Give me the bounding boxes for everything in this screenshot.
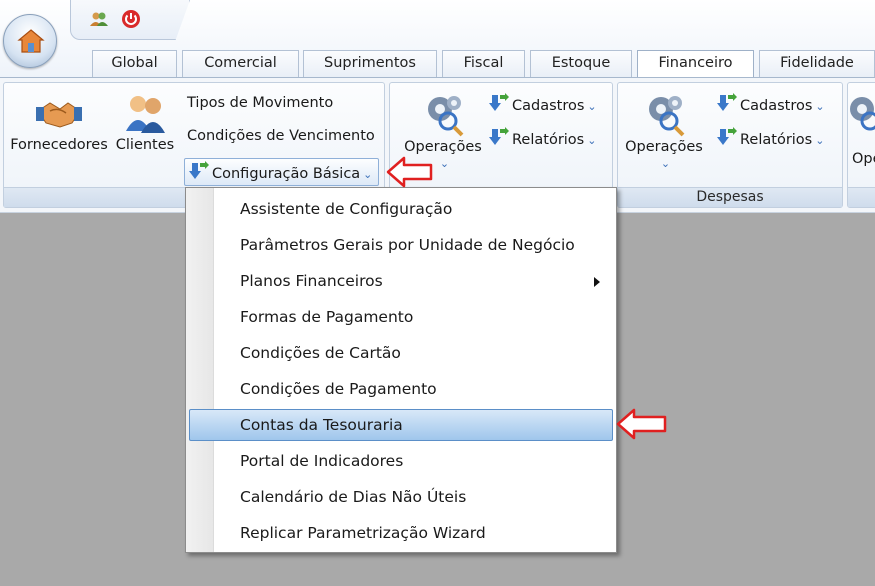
clientes-label: Clientes — [115, 137, 175, 153]
chevron-down-icon: ⌄ — [587, 100, 597, 113]
relatorios-despesas-label: Relatórios — [740, 132, 813, 148]
import-arrow-icon — [189, 161, 209, 179]
fornecedores-label: Fornecedores — [10, 137, 108, 153]
gears-search-icon — [850, 97, 875, 131]
condicoes-vencimento-button[interactable]: Condições de Vencimento — [187, 128, 375, 144]
group-partial: Ope — [847, 82, 875, 208]
group-label-partial — [848, 187, 875, 207]
users-icon[interactable] — [89, 9, 109, 29]
cadastros-label: Cadastros — [512, 98, 585, 114]
menu-item-assistente[interactable]: Assistente de Configuração — [189, 193, 613, 225]
people-icon — [126, 96, 165, 133]
configuracao-basica-button[interactable]: Configuração Básica ⌄ — [184, 158, 380, 186]
menu-item-planos-financeiros[interactable]: Planos Financeiros — [189, 265, 613, 297]
chevron-down-icon: ⌄ — [815, 134, 825, 147]
menu-item-replicar-parametrizacao[interactable]: Replicar Parametrização Wizard — [189, 517, 613, 549]
import-arrow-icon — [717, 93, 737, 111]
group-despesas: Operações ⌄ Cadastros ⌄ Relatórios ⌄ Despes… — [617, 82, 843, 208]
menu-item-portal-indicadores[interactable]: Portal de Indicadores — [189, 445, 613, 477]
gears-search-icon — [428, 96, 464, 137]
cadastros-despesas-label: Cadastros — [740, 98, 813, 114]
chevron-down-icon: ⌄ — [660, 157, 671, 170]
annotation-arrow-icon — [616, 408, 667, 440]
planos-financeiros-label: Planos Financeiros — [240, 272, 383, 290]
chevron-down-icon: ⌄ — [363, 168, 373, 181]
annotation-arrow-icon — [386, 156, 433, 188]
menu-item-condicoes-cartao[interactable]: Condições de Cartão — [189, 337, 613, 369]
handshake-icon — [36, 102, 82, 128]
chevron-down-icon: ⌄ — [815, 100, 825, 113]
group-label-despesas: Despesas — [618, 187, 842, 207]
title-area: Global Comercial Suprimentos Fiscal Esto… — [0, 0, 875, 79]
menu-item-calendario[interactable]: Calendário de Dias Não Úteis — [189, 481, 613, 513]
quick-access-toolbar — [70, 0, 190, 40]
import-arrow-icon — [489, 93, 509, 111]
tab-estoque[interactable]: Estoque — [530, 50, 632, 77]
relatorios-button[interactable]: Relatórios ⌄ — [488, 127, 596, 148]
tab-suprimentos[interactable]: Suprimentos — [303, 50, 437, 77]
import-arrow-icon — [717, 127, 737, 145]
menu-item-contas-tesouraria[interactable]: Contas da Tesouraria — [189, 409, 613, 441]
operacoes-partial-button[interactable]: Ope — [852, 151, 875, 167]
clientes-button[interactable]: Clientes — [114, 93, 176, 153]
configuracao-basica-menu: Assistente de Configuração Parâmetros Ge… — [185, 187, 617, 553]
submenu-arrow-icon — [594, 277, 600, 287]
menu-item-condicoes-pagamento[interactable]: Condições de Pagamento — [189, 373, 613, 405]
tab-comercial[interactable]: Comercial — [182, 50, 299, 77]
tab-global[interactable]: Global — [92, 50, 177, 77]
operacoes-despesas-label: Operações — [625, 139, 703, 155]
operacoes-despesas-button[interactable]: Operações ⌄ — [620, 91, 708, 171]
operacoes-label: Operações — [404, 139, 482, 155]
tab-financeiro[interactable]: Financeiro — [637, 50, 754, 79]
tab-fiscal[interactable]: Fiscal — [442, 50, 525, 77]
relatorios-despesas-button[interactable]: Relatórios ⌄ — [716, 127, 824, 148]
chevron-down-icon: ⌄ — [439, 157, 450, 170]
cadastros-despesas-button[interactable]: Cadastros ⌄ — [716, 93, 825, 114]
menu-item-formas-pagamento[interactable]: Formas de Pagamento — [189, 301, 613, 333]
menu-item-parametros-gerais[interactable]: Parâmetros Gerais por Unidade de Negócio — [189, 229, 613, 261]
configuracao-basica-label: Configuração Básica — [212, 166, 361, 182]
power-icon[interactable] — [121, 9, 141, 29]
gears-search-icon — [649, 96, 685, 137]
cadastros-button[interactable]: Cadastros ⌄ — [488, 93, 597, 114]
import-arrow-icon — [489, 127, 509, 145]
relatorios-label: Relatórios — [512, 132, 585, 148]
tab-fidelidade[interactable]: Fidelidade — [759, 50, 875, 77]
home-icon — [17, 29, 45, 53]
fornecedores-button[interactable]: Fornecedores — [6, 93, 112, 153]
tipos-movimento-button[interactable]: Tipos de Movimento — [187, 95, 333, 111]
home-button[interactable] — [3, 14, 57, 68]
chevron-down-icon: ⌄ — [587, 134, 597, 147]
